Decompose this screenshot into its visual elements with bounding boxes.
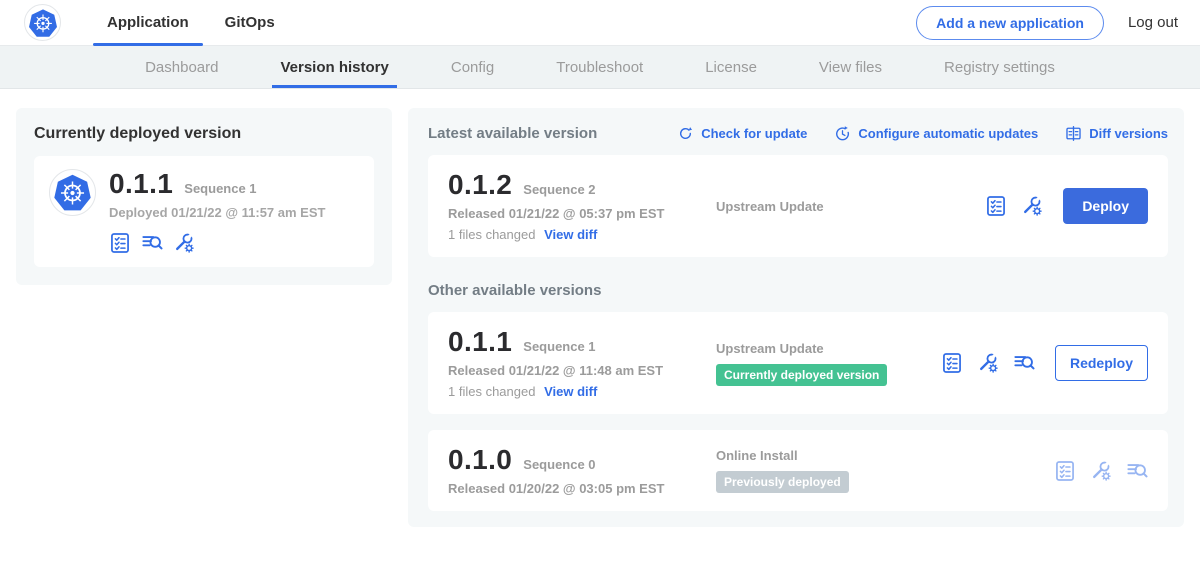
main-content: Currently deployed version 0.1.1 Sequenc… [0, 89, 1200, 527]
config-wrench-gear-icon[interactable] [1021, 195, 1043, 217]
config-wrench-gear-icon[interactable] [173, 232, 195, 254]
refresh-icon [677, 125, 694, 142]
version-row-0-1-2: 0.1.2 Sequence 2 Released 01/21/22 @ 05:… [428, 155, 1168, 257]
schedule-refresh-icon [834, 125, 851, 142]
check-for-update-label: Check for update [701, 126, 807, 141]
view-diff-link[interactable]: View diff [544, 227, 597, 242]
version-history-panel: Latest available version Check for updat… [408, 108, 1184, 527]
preflight-checklist-icon[interactable] [1054, 460, 1076, 482]
tab-gitops[interactable]: GitOps [207, 0, 293, 45]
preflight-checklist-icon[interactable] [985, 195, 1007, 217]
row-released-timestamp: Released 01/21/22 @ 05:37 pm EST [448, 206, 700, 221]
row-sequence-label: Sequence 1 [523, 339, 595, 354]
deployed-sequence-label: Sequence 1 [184, 181, 256, 196]
row-source-label: Upstream Update [716, 341, 824, 356]
currently-deployed-card: Currently deployed version 0.1.1 Sequenc… [16, 108, 392, 285]
preflight-checklist-icon[interactable] [109, 232, 131, 254]
row-released-timestamp: Released 01/20/22 @ 03:05 pm EST [448, 481, 700, 496]
version-row-0-1-0: 0.1.0 Sequence 0 Released 01/20/22 @ 03:… [428, 430, 1168, 511]
row-sequence-label: Sequence 0 [523, 457, 595, 472]
deployed-icon-row [109, 232, 325, 254]
diff-icon [1065, 125, 1082, 142]
preflight-checklist-icon[interactable] [941, 352, 963, 374]
app-kubernetes-icon [49, 169, 96, 216]
logout-button[interactable]: Log out [1128, 14, 1178, 31]
tab-version-history[interactable]: Version history [278, 46, 390, 88]
tab-registry-settings[interactable]: Registry settings [942, 46, 1057, 88]
deploy-button[interactable]: Deploy [1063, 188, 1148, 224]
deployed-version-card: 0.1.1 Sequence 1 Deployed 01/21/22 @ 11:… [34, 156, 374, 267]
deployed-version-number: 0.1.1 [109, 169, 173, 199]
currently-deployed-badge: Currently deployed version [716, 364, 887, 386]
app-subnav: Dashboard Version history Config Trouble… [0, 46, 1200, 89]
row-version-number: 0.1.1 [448, 327, 512, 357]
logs-icon[interactable] [141, 232, 163, 254]
config-wrench-gear-icon[interactable] [1090, 460, 1112, 482]
files-changed-label: 1 files changed [448, 227, 535, 242]
previously-deployed-badge: Previously deployed [716, 471, 849, 493]
version-row-0-1-1: 0.1.1 Sequence 1 Released 01/21/22 @ 11:… [428, 312, 1168, 414]
tab-troubleshoot[interactable]: Troubleshoot [554, 46, 645, 88]
kubernetes-logo [24, 4, 61, 41]
row-sequence-label: Sequence 2 [523, 182, 595, 197]
add-application-button[interactable]: Add a new application [916, 6, 1104, 40]
row-version-number: 0.1.0 [448, 445, 512, 475]
logs-icon[interactable] [1013, 352, 1035, 374]
tab-config[interactable]: Config [449, 46, 496, 88]
config-wrench-gear-icon[interactable] [977, 352, 999, 374]
files-changed-label: 1 files changed [448, 384, 535, 399]
configure-updates-label: Configure automatic updates [858, 126, 1038, 141]
logs-icon[interactable] [1126, 460, 1148, 482]
configure-updates-link[interactable]: Configure automatic updates [834, 125, 1038, 142]
view-diff-link[interactable]: View diff [544, 384, 597, 399]
currently-deployed-title: Currently deployed version [34, 125, 374, 143]
diff-versions-label: Diff versions [1089, 126, 1168, 141]
deployed-timestamp: Deployed 01/21/22 @ 11:57 am EST [109, 205, 325, 220]
latest-version-heading: Latest available version [428, 125, 597, 142]
panel-actions: Check for update Configure automatic upd… [677, 125, 1168, 142]
check-for-update-link[interactable]: Check for update [677, 125, 807, 142]
tab-application[interactable]: Application [89, 0, 207, 45]
row-source-label: Upstream Update [716, 199, 824, 214]
diff-versions-link[interactable]: Diff versions [1065, 125, 1168, 142]
app-tabs: Application GitOps [89, 0, 293, 45]
other-versions-heading: Other available versions [428, 282, 1168, 299]
tab-dashboard[interactable]: Dashboard [143, 46, 220, 88]
row-version-number: 0.1.2 [448, 170, 512, 200]
row-released-timestamp: Released 01/21/22 @ 11:48 am EST [448, 363, 700, 378]
app-header: Application GitOps Add a new application… [0, 0, 1200, 46]
tab-view-files[interactable]: View files [817, 46, 884, 88]
row-source-label: Online Install [716, 448, 798, 463]
redeploy-button[interactable]: Redeploy [1055, 345, 1148, 381]
tab-license[interactable]: License [703, 46, 759, 88]
header-actions: Add a new application Log out [916, 6, 1178, 40]
